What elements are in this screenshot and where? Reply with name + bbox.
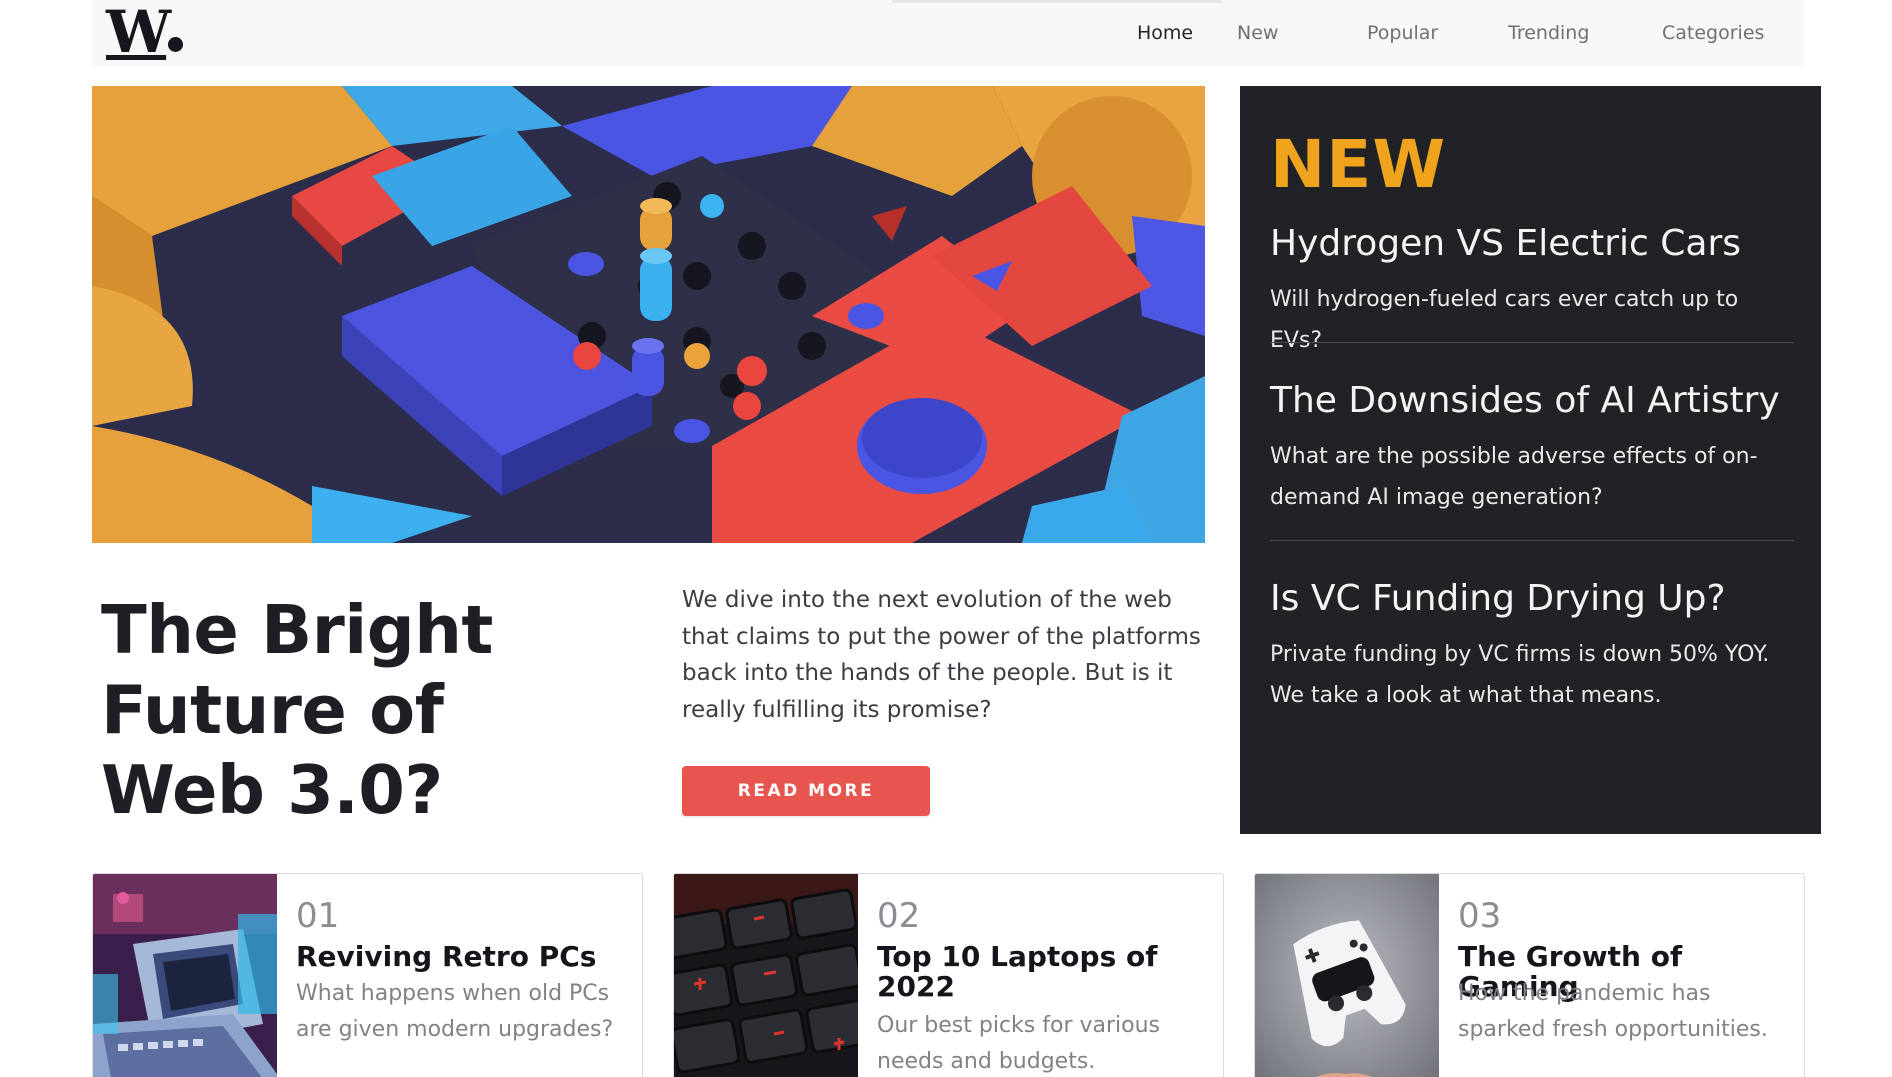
nav-trending[interactable]: Trending [1508,22,1589,44]
card-thumbnail-retro-pc [93,874,277,1077]
hero-title[interactable]: The Bright Future of Web 3.0? [101,590,581,830]
card-description: What happens when old PCs are given mode… [296,981,614,1042]
nav-popular[interactable]: Popular [1367,22,1438,44]
logo-letter: W [106,0,171,66]
page: W Home New Popular Trending Categories T… [0,0,1892,1077]
new-heading: NEW [1270,126,1447,203]
site-header: W Home New Popular Trending Categories [92,0,1804,66]
card-description: How the pandemic has sparked fresh oppor… [1458,981,1768,1042]
gamepad-image [1255,874,1439,1077]
card-number: 02 [877,896,921,936]
new-item[interactable]: Hydrogen VS Electric Cars Will hydrogen-… [1270,221,1794,361]
site-logo[interactable]: W [106,2,184,62]
nav-home[interactable]: Home [1137,22,1193,44]
retro-pc-image [93,874,277,1077]
header-scroll-hint [892,0,1222,3]
read-more-button[interactable]: READ MORE [682,766,930,816]
article-card[interactable]: 02 Top 10 Laptops of 2022 Our best picks… [673,873,1224,1077]
new-item[interactable]: The Downsides of AI Artistry What are th… [1270,378,1794,518]
new-item-desc: What are the possible adverse effects of… [1270,444,1758,510]
new-item-desc: Will hydrogen-fueled cars ever catch up … [1270,287,1739,353]
new-item-title[interactable]: The Downsides of AI Artistry [1270,378,1794,424]
new-item-title[interactable]: Hydrogen VS Electric Cars [1270,221,1794,267]
card-number: 01 [296,896,340,936]
card-number: 03 [1458,896,1502,936]
new-item-desc: Private funding by VC firms is down 50% … [1270,642,1770,708]
hero-description: We dive into the next evolution of the w… [682,587,1201,723]
card-title[interactable]: Reviving Retro PCs [296,942,626,972]
new-item[interactable]: Is VC Funding Drying Up? Private funding… [1270,576,1794,716]
article-card[interactable]: 03 The Growth of Gaming How the pandemic… [1254,873,1805,1077]
nav-categories[interactable]: Categories [1662,22,1764,44]
article-card[interactable]: 01 Reviving Retro PCs What happens when … [92,873,643,1077]
card-title[interactable]: Top 10 Laptops of 2022 [877,942,1207,1002]
card-thumbnail-gamepad [1255,874,1439,1077]
hero-image[interactable] [92,86,1205,543]
new-articles-panel: NEW Hydrogen VS Electric Cars Will hydro… [1240,86,1821,834]
card-description: Our best picks for various needs and bud… [877,1013,1161,1074]
card-thumbnail-laptop-keyboard [674,874,858,1077]
divider [1270,540,1794,541]
divider [1270,342,1794,343]
nav-new[interactable]: New [1237,22,1278,44]
laptop-keyboard-image [674,874,858,1077]
hero-3d-blocks-illustration [92,86,1205,543]
logo-dot-icon [168,37,184,52]
new-item-title[interactable]: Is VC Funding Drying Up? [1270,576,1794,622]
